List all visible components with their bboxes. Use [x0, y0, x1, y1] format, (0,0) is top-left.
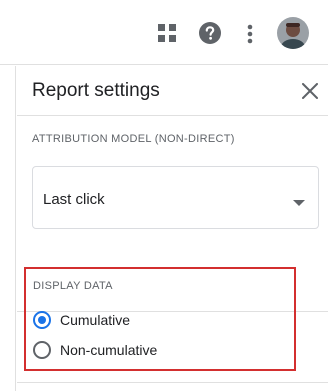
help-icon[interactable]: [198, 21, 222, 45]
radio-button[interactable]: [33, 311, 51, 329]
divider: [17, 382, 328, 383]
attribution-label: ATTRIBUTION MODEL (NON-DIRECT): [32, 133, 235, 145]
apps-grid-icon[interactable]: [156, 22, 178, 44]
attribution-selected-value: Last click: [43, 191, 105, 208]
more-vert-icon[interactable]: [243, 22, 257, 46]
panel-title: Report settings: [32, 80, 160, 101]
user-avatar[interactable]: [277, 17, 309, 49]
attribution-model-select[interactable]: Last click: [32, 166, 319, 229]
top-bar: [0, 0, 328, 65]
left-panel-edge: [0, 66, 16, 391]
radio-button[interactable]: [33, 341, 51, 359]
panel-header: Report settings: [17, 66, 328, 116]
radio-label: Cumulative: [60, 312, 131, 328]
radio-label: Non-cumulative: [60, 342, 158, 358]
close-icon[interactable]: [300, 81, 320, 101]
radio-non-cumulative[interactable]: Non-cumulative: [33, 341, 157, 359]
dropdown-arrow-icon: [293, 194, 305, 206]
radio-cumulative[interactable]: Cumulative: [33, 311, 130, 329]
display-data-label: DISPLAY DATA: [33, 280, 113, 292]
